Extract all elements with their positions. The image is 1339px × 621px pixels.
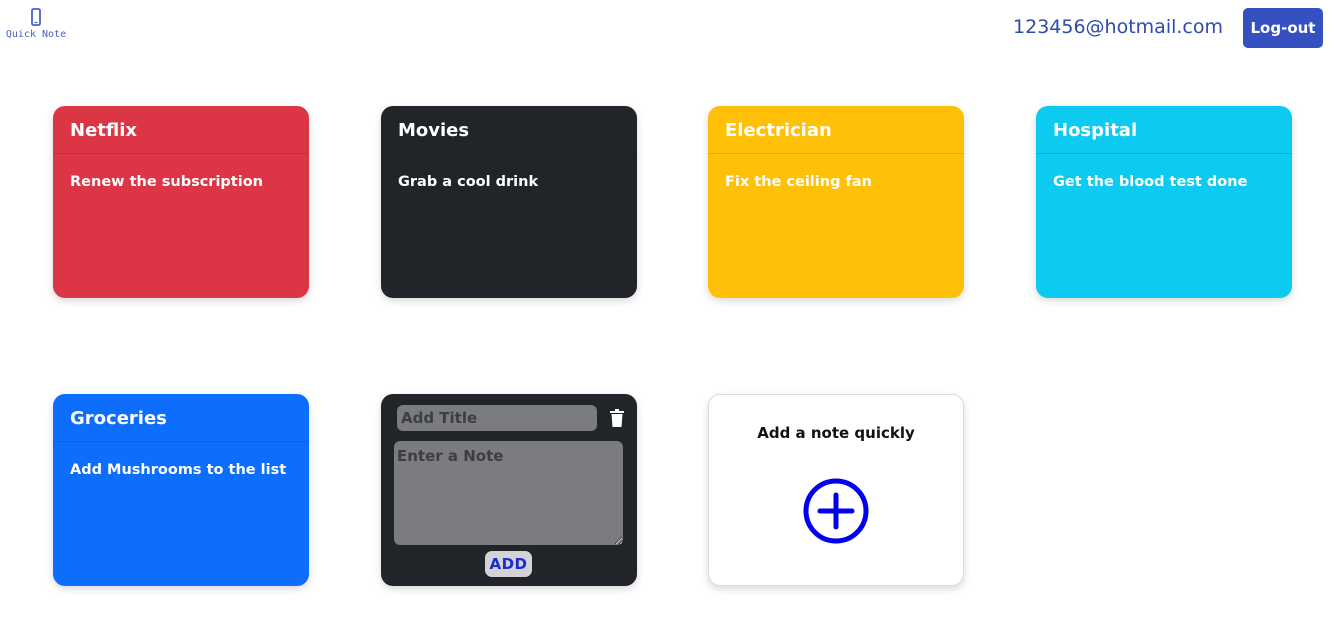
quick-add-card[interactable]: Add a note quickly bbox=[708, 394, 964, 586]
note-card-electrician[interactable]: Electrician Fix the ceiling fan bbox=[708, 106, 964, 298]
note-card-hospital[interactable]: Hospital Get the blood test done bbox=[1036, 106, 1292, 298]
note-title: Hospital bbox=[1036, 106, 1292, 154]
note-card-netflix[interactable]: Netflix Renew the subscription bbox=[53, 106, 309, 298]
note-body: Add Mushrooms to the list bbox=[70, 462, 287, 478]
note-body: Renew the subscription bbox=[70, 174, 263, 190]
note-card-movies[interactable]: Movies Grab a cool drink bbox=[381, 106, 637, 298]
note-textarea[interactable] bbox=[394, 441, 623, 545]
note-title: Netflix bbox=[53, 106, 309, 154]
note-title: Groceries bbox=[53, 394, 309, 442]
note-body: Get the blood test done bbox=[1053, 174, 1248, 190]
trash-icon[interactable] bbox=[610, 409, 624, 427]
logout-button[interactable]: Log-out bbox=[1243, 8, 1323, 48]
phone-icon bbox=[31, 8, 41, 26]
note-body: Fix the ceiling fan bbox=[725, 174, 872, 190]
note-card-groceries[interactable]: Groceries Add Mushrooms to the list bbox=[53, 394, 309, 586]
note-title: Electrician bbox=[708, 106, 964, 154]
plus-circle-icon[interactable] bbox=[802, 477, 870, 545]
top-header: Quick Note 123456@hotmail.com Log-out bbox=[0, 0, 1339, 60]
note-body: Grab a cool drink bbox=[398, 174, 539, 190]
app-logo[interactable]: Quick Note bbox=[4, 8, 68, 40]
title-input[interactable] bbox=[397, 405, 597, 431]
note-title: Movies bbox=[381, 106, 637, 154]
logo-text: Quick Note bbox=[5, 29, 67, 40]
note-editor-card: ADD bbox=[381, 394, 637, 586]
add-note-button[interactable]: ADD bbox=[485, 551, 532, 577]
quick-add-label: Add a note quickly bbox=[757, 424, 915, 442]
user-email: 123456@hotmail.com bbox=[1013, 16, 1223, 38]
